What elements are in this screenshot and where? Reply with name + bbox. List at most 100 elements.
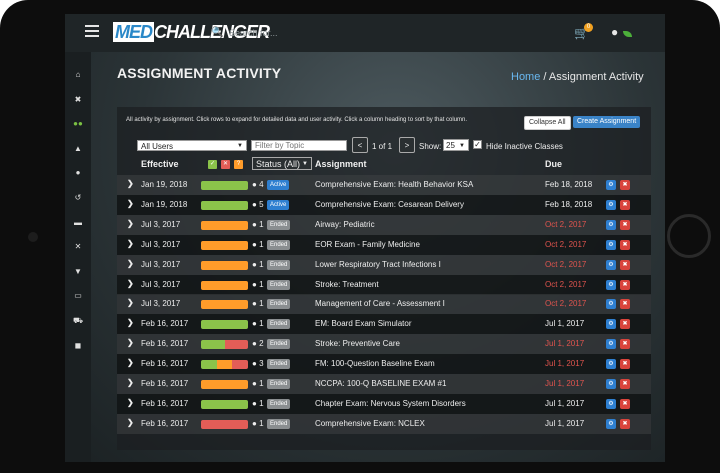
assignment-name[interactable]: EM: Board Exam Simulator — [315, 319, 411, 328]
search-input[interactable] — [227, 24, 391, 42]
column-assignment[interactable]: Assignment — [315, 159, 367, 169]
hide-inactive-checkbox[interactable]: ✓ — [473, 140, 482, 149]
show-count-select[interactable]: 25 ▼ — [443, 139, 469, 151]
trash-icon[interactable]: ✖ — [620, 279, 630, 290]
book-icon[interactable]: ▬ — [65, 214, 91, 232]
expand-chevron-icon[interactable]: ❯ — [127, 219, 134, 228]
search-icon[interactable]: 🔍 — [211, 27, 223, 38]
expand-chevron-icon[interactable]: ❯ — [127, 279, 134, 288]
table-row[interactable]: ❯ Feb 16, 2017 ● 1 Ended Chapter Exam: Nervo… — [117, 393, 651, 414]
bell-icon[interactable]: ● — [65, 164, 91, 182]
id-card-icon[interactable]: ▭ — [65, 287, 91, 305]
progress-segment-green — [201, 399, 248, 409]
user-count-value: 1 — [259, 259, 264, 269]
prev-page-button[interactable]: < — [352, 137, 368, 153]
assignment-name[interactable]: Stroke: Preventive Care — [315, 339, 400, 348]
assignment-name[interactable]: Management of Care - Assessment I — [315, 299, 445, 308]
truck-icon[interactable]: ◼ — [65, 337, 91, 355]
settings-icon[interactable]: ⚙ — [606, 359, 616, 370]
trophy-icon[interactable]: ▼ — [65, 263, 91, 281]
expand-chevron-icon[interactable]: ❯ — [127, 259, 134, 268]
settings-icon[interactable]: ⚙ — [606, 199, 616, 210]
assignment-name[interactable]: Airway: Pediatric — [315, 220, 375, 229]
tools-icon[interactable]: ✖ — [65, 91, 91, 109]
filter-failed-icon[interactable]: ✕ — [221, 160, 230, 169]
table-row[interactable]: ❯ Feb 16, 2017 ● 1 Ended Comprehensive Exam:… — [117, 413, 651, 434]
assignment-name[interactable]: Comprehensive Exam: NCLEX — [315, 419, 425, 428]
settings-icon[interactable]: ⚙ — [606, 219, 616, 230]
trash-icon[interactable]: ✖ — [620, 418, 630, 429]
trash-icon[interactable]: ✖ — [620, 398, 630, 409]
expand-chevron-icon[interactable]: ❯ — [127, 378, 134, 387]
trash-icon[interactable]: ✖ — [620, 180, 630, 190]
users-icon[interactable]: ●● — [65, 115, 91, 133]
topic-filter-input[interactable] — [251, 140, 347, 151]
table-row[interactable]: ❯ Feb 16, 2017 ● 1 Ended NCCPA: 100-Q BASELI… — [117, 374, 651, 394]
settings-icon[interactable]: ⚙ — [606, 279, 616, 290]
assignment-name[interactable]: FM: 100-Question Baseline Exam — [315, 359, 435, 368]
column-effective[interactable]: Effective — [141, 159, 179, 169]
assignment-name[interactable]: Comprehensive Exam: Cesarean Delivery — [315, 200, 464, 209]
user-icon[interactable]: ● — [611, 25, 618, 39]
filter-complete-icon[interactable]: ✓ — [208, 160, 217, 169]
trash-icon[interactable]: ✖ — [620, 319, 630, 330]
expand-chevron-icon[interactable]: ❯ — [127, 338, 134, 347]
wrench-icon[interactable]: ✕ — [65, 238, 91, 256]
trash-icon[interactable]: ✖ — [620, 259, 630, 270]
breadcrumb-home-link[interactable]: Home — [511, 71, 540, 83]
home-icon[interactable]: ⌂ — [65, 66, 91, 84]
table-row[interactable]: ❯ Jul 3, 2017 ● 1 Ended Stroke: Treatment Oct… — [117, 274, 651, 295]
assignment-name[interactable]: NCCPA: 100-Q BASELINE EXAM #1 — [315, 379, 446, 388]
expand-chevron-icon[interactable]: ❯ — [127, 298, 134, 307]
assignment-name[interactable]: Comprehensive Exam: Health Behavior KSA — [315, 180, 473, 189]
menu-icon[interactable] — [85, 25, 99, 37]
trash-icon[interactable]: ✖ — [620, 339, 630, 350]
trash-icon[interactable]: ✖ — [620, 239, 630, 250]
assignment-name[interactable]: Stroke: Treatment — [315, 280, 379, 289]
status-filter-select[interactable]: Status (All) ▼ — [252, 157, 312, 170]
settings-icon[interactable]: ⚙ — [606, 239, 616, 250]
settings-icon[interactable]: ⚙ — [606, 379, 616, 389]
table-row[interactable]: ❯ Jan 19, 2018 ● 5 Active Comprehensive Exam… — [117, 194, 651, 215]
expand-chevron-icon[interactable]: ❯ — [127, 318, 134, 327]
collapse-all-button[interactable]: Collapse All — [524, 116, 571, 130]
table-row[interactable]: ❯ Jul 3, 2017 ● 1 Ended Management of Care -… — [117, 294, 651, 315]
filter-incomplete-icon[interactable]: ? — [234, 160, 243, 169]
settings-icon[interactable]: ⚙ — [606, 259, 616, 270]
expand-chevron-icon[interactable]: ❯ — [127, 358, 134, 367]
trash-icon[interactable]: ✖ — [620, 379, 630, 389]
trash-icon[interactable]: ✖ — [620, 359, 630, 370]
history-icon[interactable]: ↺ — [65, 189, 91, 207]
users-select[interactable]: All Users ▼ — [137, 140, 247, 151]
home-button[interactable] — [667, 214, 711, 258]
column-due[interactable]: Due — [545, 159, 562, 169]
table-row[interactable]: ❯ Jul 3, 2017 ● 1 Ended Lower Respiratory Tr… — [117, 254, 651, 275]
cart-icon[interactable]: ⛟ — [65, 312, 91, 330]
trash-icon[interactable]: ✖ — [620, 199, 630, 210]
assignment-name[interactable]: EOR Exam - Family Medicine — [315, 240, 420, 249]
table-row[interactable]: ❯ Feb 16, 2017 ● 2 Ended Stroke: Preventive … — [117, 334, 651, 355]
expand-chevron-icon[interactable]: ❯ — [127, 239, 134, 248]
assignment-name[interactable]: Chapter Exam: Nervous System Disorders — [315, 399, 466, 408]
expand-chevron-icon[interactable]: ❯ — [127, 418, 134, 427]
graduation-cap-icon[interactable]: ▲ — [65, 140, 91, 158]
settings-icon[interactable]: ⚙ — [606, 180, 616, 190]
settings-icon[interactable]: ⚙ — [606, 418, 616, 429]
table-row[interactable]: ❯ Jul 3, 2017 ● 1 Ended EOR Exam - Family Me… — [117, 234, 651, 255]
trash-icon[interactable]: ✖ — [620, 219, 630, 230]
table-row[interactable]: ❯ Jan 19, 2018 ● 4 Active Comprehensive Exam… — [117, 175, 651, 195]
assignment-name[interactable]: Lower Respiratory Tract Infections I — [315, 260, 441, 269]
create-assignment-button[interactable]: Create Assignment — [573, 116, 641, 128]
expand-chevron-icon[interactable]: ❯ — [127, 179, 134, 188]
expand-chevron-icon[interactable]: ❯ — [127, 199, 134, 208]
expand-chevron-icon[interactable]: ❯ — [127, 398, 134, 407]
settings-icon[interactable]: ⚙ — [606, 398, 616, 409]
settings-icon[interactable]: ⚙ — [606, 319, 616, 330]
trash-icon[interactable]: ✖ — [620, 299, 630, 310]
settings-icon[interactable]: ⚙ — [606, 339, 616, 350]
table-row[interactable]: ❯ Feb 16, 2017 ● 3 Ended FM: 100-Question Ba… — [117, 354, 651, 375]
table-row[interactable]: ❯ Feb 16, 2017 ● 1 Ended EM: Board Exam Simu… — [117, 314, 651, 335]
table-row[interactable]: ❯ Jul 3, 2017 ● 1 Ended Airway: Pediatric Oct… — [117, 214, 651, 235]
settings-icon[interactable]: ⚙ — [606, 299, 616, 310]
next-page-button[interactable]: > — [399, 137, 415, 153]
